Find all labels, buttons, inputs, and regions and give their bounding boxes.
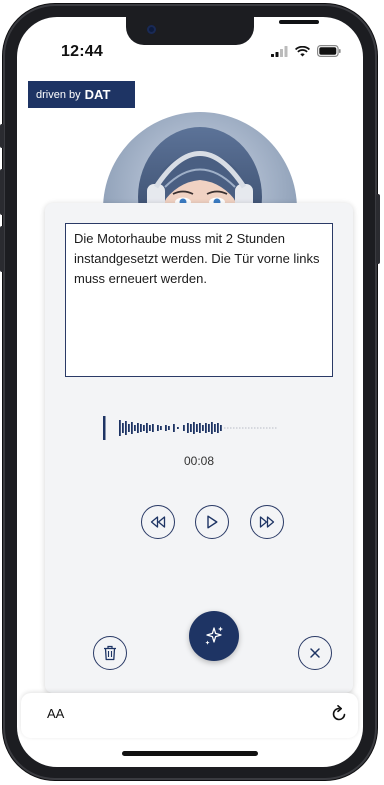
play-button[interactable] [195,505,229,539]
fast-forward-button[interactable] [250,505,284,539]
text-size-label: AA [47,706,65,721]
status-time: 12:44 [61,43,103,60]
driven-by-dat-badge: driven by DAT [28,81,135,108]
side-button [0,226,4,272]
sparkles-icon [205,626,223,645]
dictation-text-area[interactable]: Die Motorhaube muss mit 2 Stunden instan… [65,223,333,377]
speaker-grille [279,20,319,24]
badge-prefix: driven by [36,88,81,101]
rewind-button[interactable] [141,505,175,539]
play-icon [207,515,218,529]
close-icon [310,648,320,658]
dictation-card: Die Motorhaube muss mit 2 Stunden instan… [45,203,353,693]
audio-waveform[interactable] [103,413,303,443]
elapsed-time: 00:08 [183,454,215,468]
rewind-icon [150,516,166,528]
reload-icon [332,705,346,721]
notch [126,17,319,45]
delete-button[interactable] [93,636,127,670]
screen: 12:44 driven by DAT Die Motorhaube muss … [17,17,363,767]
cellular-signal-icon [271,45,288,57]
wifi-icon [295,45,310,56]
browser-bottom-bar: AA [21,693,358,738]
magic-generate-button[interactable] [189,611,239,661]
side-button [376,194,380,264]
side-button [0,124,4,148]
front-camera [147,25,156,34]
close-button[interactable] [298,636,332,670]
trash-icon [104,645,116,661]
side-button [0,169,4,215]
phone-frame: 12:44 driven by DAT Die Motorhaube muss … [0,4,380,780]
home-indicator[interactable] [122,751,258,756]
battery-icon [317,45,341,57]
badge-brand: DAT [84,87,111,102]
fast-forward-icon [259,516,275,528]
status-icons [271,45,341,57]
text-size-button[interactable]: AA [47,706,64,721]
reload-button[interactable] [330,705,348,728]
